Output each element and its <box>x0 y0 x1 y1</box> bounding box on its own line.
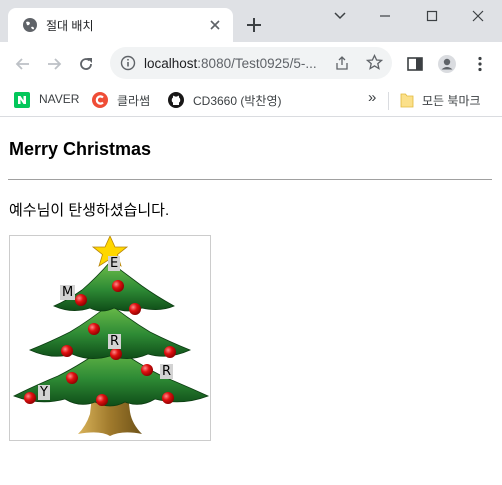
ornament <box>129 303 141 315</box>
christmas-tree-image-frame: E M R R Y <box>9 235 211 441</box>
close-window-icon[interactable] <box>463 4 493 28</box>
new-tab-icon[interactable] <box>245 16 263 34</box>
bookmark-github[interactable]: CD3660 (박찬영) <box>168 91 318 109</box>
reload-icon[interactable] <box>76 54 96 74</box>
address-bar[interactable]: localhost:8080/Test0925/5-... <box>110 47 392 79</box>
close-tab-icon[interactable] <box>207 17 223 33</box>
page-paragraph: 예수님이 탄생하셨습니다. <box>9 202 170 219</box>
more-menu-icon[interactable] <box>470 54 490 74</box>
url-text: localhost:8080/Test0925/5-... <box>144 56 317 71</box>
letter-r-second: R <box>160 364 174 379</box>
ornament <box>112 280 124 292</box>
ornament <box>24 392 36 404</box>
github-icon <box>168 92 184 108</box>
bookmarks-divider <box>388 92 389 110</box>
bookmark-classum[interactable]: 클라썸 <box>92 91 158 109</box>
share-icon[interactable] <box>334 55 350 71</box>
letter-e: E <box>108 256 121 271</box>
back-icon[interactable] <box>13 54 33 74</box>
ornament <box>110 348 122 360</box>
active-tab[interactable]: 절대 배치 <box>8 8 233 42</box>
bookmark-naver[interactable]: NAVER <box>14 91 84 109</box>
ornament <box>88 323 100 335</box>
ornament <box>75 294 87 306</box>
tab-search-chevron-icon[interactable] <box>325 4 355 28</box>
site-info-icon[interactable] <box>120 55 136 71</box>
minimize-icon[interactable] <box>370 4 400 28</box>
page-content: Merry Christmas 예수님이 탄생하셨습니다. E M R R Y <box>0 117 502 485</box>
tab-strip: 절대 배치 <box>0 0 502 42</box>
bookmarks-bar: NAVER 클라썸 CD3660 (박찬영) » 모든 북마크 <box>0 85 502 117</box>
browser-toolbar: localhost:8080/Test0925/5-... <box>0 42 502 85</box>
bookmark-label: CD3660 (박찬영) <box>193 94 282 108</box>
all-bookmarks-button[interactable]: 모든 북마크 <box>400 91 496 109</box>
forward-icon[interactable] <box>44 54 64 74</box>
url-host: localhost <box>144 56 198 71</box>
letter-m: M <box>60 285 76 300</box>
letter-y: Y <box>38 385 50 400</box>
ornament <box>164 346 176 358</box>
letter-r-first: R <box>108 334 122 349</box>
ornament <box>66 372 78 384</box>
ornament <box>61 345 73 357</box>
all-bookmarks-label: 모든 북마크 <box>422 94 481 108</box>
bookmark-star-icon[interactable] <box>366 54 383 71</box>
tab-title: 절대 배치 <box>46 19 94 33</box>
globe-icon <box>23 18 37 32</box>
maximize-icon[interactable] <box>417 4 447 28</box>
side-panel-icon[interactable] <box>405 54 425 74</box>
folder-icon <box>400 93 414 108</box>
bookmark-label: NAVER <box>39 92 80 106</box>
ornament <box>162 392 174 404</box>
horizontal-rule <box>8 179 492 180</box>
bookmark-label: 클라썸 <box>117 94 151 108</box>
profile-avatar-icon[interactable] <box>437 54 457 74</box>
ornament <box>141 364 153 376</box>
naver-icon <box>14 92 30 108</box>
bookmarks-overflow-button[interactable]: » <box>368 89 376 107</box>
url-path: :8080/Test0925/5-... <box>197 56 317 71</box>
ornament <box>96 394 108 406</box>
page-heading: Merry Christmas <box>9 139 152 159</box>
classum-icon <box>92 92 108 108</box>
